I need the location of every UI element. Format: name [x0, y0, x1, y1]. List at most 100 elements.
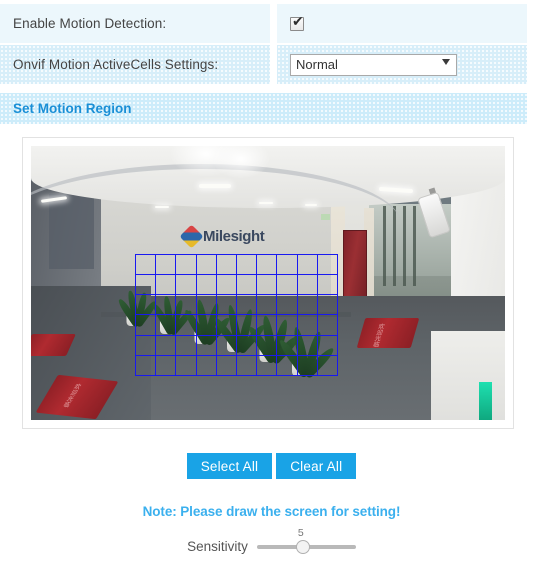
motion-grid-cell[interactable] — [297, 255, 318, 276]
sensitivity-label: Sensitivity — [187, 538, 248, 554]
ceiling-light-5 — [259, 202, 273, 204]
select-all-button[interactable]: Select All — [186, 453, 273, 479]
onvif-activecells-value: Normal — [277, 45, 527, 84]
motion-grid-cell[interactable] — [176, 255, 197, 276]
ceiling-light-4 — [155, 206, 169, 208]
motion-grid-cell[interactable] — [257, 355, 278, 376]
motion-grid-cell[interactable] — [277, 295, 298, 316]
motion-grid-cell[interactable] — [196, 295, 217, 316]
motion-grid-cell[interactable] — [196, 355, 217, 376]
motion-grid-cell[interactable] — [176, 315, 197, 336]
motion-grid-cell[interactable] — [156, 355, 177, 376]
motion-grid-cell[interactable] — [257, 315, 278, 336]
checkmark-icon: ✔ — [292, 13, 304, 30]
floor-mat-right: 欢迎光临 — [356, 318, 420, 348]
motion-grid-cell[interactable] — [237, 315, 258, 336]
motion-grid-cell[interactable] — [317, 335, 338, 356]
motion-grid-cell[interactable] — [216, 315, 237, 336]
motion-grid-cell[interactable] — [297, 275, 318, 296]
motion-grid-cell[interactable] — [257, 295, 278, 316]
motion-grid-cell[interactable] — [257, 275, 278, 296]
enable-motion-detection-checkbox[interactable]: ✔ — [290, 13, 304, 31]
ceiling-light-1 — [199, 184, 231, 188]
camera-preview[interactable]: Milesight 欢迎光临 欢迎光临 — [31, 146, 505, 420]
motion-grid-cell[interactable] — [237, 255, 258, 276]
enable-motion-detection-value: ✔ — [277, 4, 527, 43]
scene-corridor-rail-3 — [403, 206, 406, 286]
motion-grid-cell[interactable] — [196, 275, 217, 296]
motion-grid-cell[interactable] — [156, 335, 177, 356]
sensitivity-slider[interactable]: 5 — [256, 527, 356, 556]
motion-grid-cell[interactable] — [176, 335, 197, 356]
motion-grid-cell[interactable] — [297, 295, 318, 316]
motion-region-actions: Select All Clear All — [0, 453, 543, 479]
row-onvif-activecells: Onvif Motion ActiveCells Settings: Norma… — [0, 45, 527, 84]
motion-region-grid[interactable] — [135, 254, 338, 376]
motion-grid-cell[interactable] — [317, 275, 338, 296]
motion-grid-cell[interactable] — [196, 255, 217, 276]
sensitivity-row: Sensitivity 5 — [0, 527, 543, 556]
clear-all-button[interactable]: Clear All — [276, 453, 357, 479]
sensitivity-slider-handle[interactable] — [295, 540, 310, 554]
set-motion-region-header: Set Motion Region — [0, 93, 527, 124]
motion-grid-cell[interactable] — [297, 355, 318, 376]
motion-grid-cell[interactable] — [277, 275, 298, 296]
wall-logo-text: Milesight — [203, 228, 265, 245]
motion-grid-cell[interactable] — [237, 355, 258, 376]
motion-grid-cell[interactable] — [156, 315, 177, 336]
settings-table: Enable Motion Detection: ✔ Onvif Motion … — [0, 4, 527, 86]
motion-grid-cell[interactable] — [216, 255, 237, 276]
motion-grid-cell[interactable] — [297, 315, 318, 336]
motion-grid-cell[interactable] — [216, 355, 237, 376]
motion-grid-cell[interactable] — [156, 255, 177, 276]
scene-green-light — [479, 382, 492, 420]
motion-grid-cell[interactable] — [176, 295, 197, 316]
floor-mat-right-text: 欢迎光临 — [370, 323, 385, 347]
motion-grid-cell[interactable] — [196, 335, 217, 356]
onvif-activecells-label: Onvif Motion ActiveCells Settings: — [0, 45, 270, 84]
motion-grid-cell[interactable] — [216, 275, 237, 296]
enable-motion-detection-label: Enable Motion Detection: — [0, 4, 270, 43]
milesight-diamond-icon — [179, 224, 204, 249]
motion-grid-cell[interactable] — [317, 295, 338, 316]
motion-grid-cell[interactable] — [136, 355, 157, 376]
motion-grid-cell[interactable] — [237, 275, 258, 296]
motion-grid-cell[interactable] — [317, 315, 338, 336]
motion-grid-cell[interactable] — [277, 255, 298, 276]
motion-grid-cell[interactable] — [136, 335, 157, 356]
motion-grid-cell[interactable] — [136, 295, 157, 316]
motion-region-note: Note: Please draw the screen for setting… — [142, 504, 401, 519]
motion-grid-cell[interactable] — [277, 355, 298, 376]
sensitivity-value: 5 — [297, 527, 304, 539]
motion-grid-cell[interactable] — [216, 295, 237, 316]
wall-logo: Milesight — [179, 224, 265, 249]
motion-grid-cell[interactable] — [257, 335, 278, 356]
motion-grid-cell[interactable] — [277, 335, 298, 356]
scene-right-wall-lower — [431, 331, 505, 420]
motion-grid-cell[interactable] — [136, 255, 157, 276]
motion-grid-cell[interactable] — [216, 335, 237, 356]
scene-corridor-rail-4 — [413, 206, 416, 286]
motion-grid-cell[interactable] — [196, 315, 217, 336]
motion-grid-cell[interactable] — [136, 315, 157, 336]
motion-grid-cell[interactable] — [136, 275, 157, 296]
motion-grid-cell[interactable] — [156, 295, 177, 316]
floor-mat-left-text: 欢迎光临 — [61, 383, 82, 408]
motion-grid-cell[interactable] — [317, 355, 338, 376]
section-title: Set Motion Region — [13, 101, 132, 116]
motion-grid-cell[interactable] — [237, 335, 258, 356]
motion-grid-cell[interactable] — [156, 275, 177, 296]
motion-grid-cell[interactable] — [176, 355, 197, 376]
motion-grid-cell[interactable] — [277, 315, 298, 336]
motion-grid-cell[interactable] — [257, 255, 278, 276]
motion-grid-cell[interactable] — [237, 295, 258, 316]
row-enable-motion-detection: Enable Motion Detection: ✔ — [0, 4, 527, 43]
motion-grid-cell[interactable] — [317, 255, 338, 276]
onvif-activecells-select-wrap: Normal — [290, 53, 457, 76]
motion-detection-settings-page: Enable Motion Detection: ✔ Onvif Motion … — [0, 0, 543, 561]
motion-region-panel: Milesight 欢迎光临 欢迎光临 — [22, 137, 514, 429]
onvif-activecells-select[interactable]: Normal — [290, 53, 457, 76]
motion-grid-cell[interactable] — [176, 275, 197, 296]
motion-grid-cell[interactable] — [297, 335, 318, 356]
ceiling-light-6 — [305, 204, 317, 206]
